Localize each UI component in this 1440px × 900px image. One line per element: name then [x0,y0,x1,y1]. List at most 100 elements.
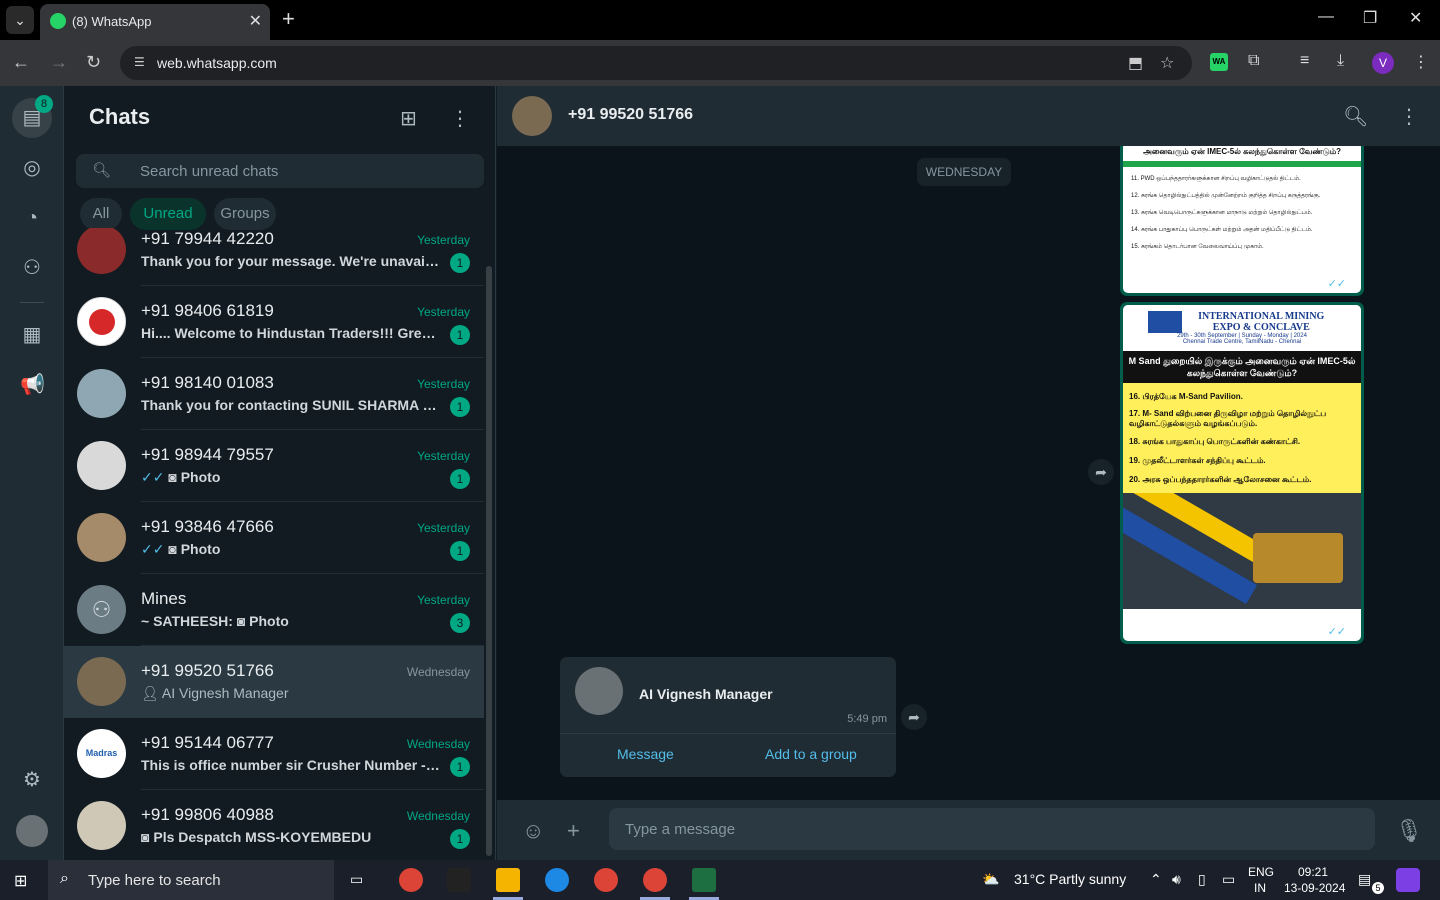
forward-icon[interactable]: → [50,52,68,73]
advertise-megaphone-icon[interactable]: 📢 [20,373,45,397]
taskbar-search[interactable]: ⌕ Type here to search [48,860,334,900]
chat-name: +91 98944 79557 [141,445,274,464]
chat-row[interactable]: Madras mines +91 95144 06777 Wednesday T… [64,718,484,790]
show-hidden-icons[interactable]: ⌃ [1150,871,1162,888]
minimize-icon[interactable]: — [1318,8,1334,26]
chat-list-scrollbar[interactable] [486,266,492,856]
communities-icon[interactable]: ⚇ [20,256,44,280]
contact-card-message[interactable]: AI Vignesh Manager 5:49 pm Message Add t… [560,657,896,777]
install-app-icon[interactable]: ⬒ [1128,53,1143,73]
tab-close-icon[interactable]: ✕ [249,11,262,31]
channels-icon[interactable]: ◔ [20,206,44,230]
chat-time: Yesterday [417,377,470,391]
chat-avatar: Madras mines [77,729,126,778]
clock-date[interactable]: 13-09-2024 [1284,881,1345,895]
extensions-puzzle-icon[interactable]: ⧉ [1248,52,1259,70]
file-explorer-icon[interactable] [496,868,520,892]
poster-heading: அனைவரும் ஏன் IMEC-5ல் கலந்துகொள்ள வேண்டு… [1123,146,1361,167]
copilot-icon[interactable] [1396,868,1420,892]
settings-gear-icon[interactable]: ⚙ [20,768,44,792]
chat-row[interactable]: +91 99806 40988 Wednesday ◙ Pls Despatch… [64,790,484,860]
forward-icon[interactable]: ➦ [1088,459,1114,485]
contact-name[interactable]: +91 99520 51766 [568,106,693,124]
volume-icon[interactable]: 🔊︎ [1172,871,1181,888]
message-input-box [609,808,1375,850]
chat-row[interactable]: ⚇ Mines Yesterday ~ SATHEESH: ◙ Photo 3 [64,574,484,646]
chat-last-message: ✓✓ ◙ Photo [141,469,441,486]
reload-icon[interactable]: ↻ [86,52,101,73]
clock-time[interactable]: 09:21 [1298,865,1328,879]
search-icon[interactable]: 🔍︎ [1343,104,1368,129]
chrome-profile-icon[interactable] [594,868,618,892]
add-to-group-button[interactable]: Add to a group [765,746,857,762]
attach-plus-icon[interactable]: + [567,818,580,844]
task-view-icon[interactable]: ▭ [350,871,363,888]
sidebar-menu-icon[interactable]: ⋮ [450,106,470,131]
message-contact-button[interactable]: Message [617,746,674,762]
contact-avatar[interactable] [512,96,552,136]
chat-sidebar: Chats ⊞ ⋮ 🔍︎ All Unread Groups +91 79944… [64,86,496,860]
language-code[interactable]: ENG [1248,865,1274,879]
chat-row[interactable]: +91 93846 47666 Yesterday ✓✓ ◙ Photo 1 [64,502,484,574]
site-info-icon[interactable]: ☰ [134,55,150,71]
new-chat-icon[interactable]: ⊞ [400,106,417,131]
chat-row[interactable]: +91 98406 61819 Yesterday Hi.... Welcome… [64,286,484,358]
status-icon[interactable]: ◎ [20,156,44,180]
image-message[interactable]: INTERNATIONAL MINING EXPO & CONCLAVE 29t… [1120,302,1364,644]
chat-row[interactable]: +91 79944 42220 Yesterday Thank you for … [64,228,484,286]
poster-item: 15. சுரங்கம் தொடர்பான வேலைவாய்ப்பு முகாம… [1131,244,1264,250]
chrome-active-icon[interactable] [643,868,667,892]
media-control-icon[interactable]: ≡ [1300,52,1309,70]
poster-image: அனைவரும் ஏன் IMEC-5ல் கலந்துகொள்ள வேண்டு… [1123,146,1361,293]
microphone-icon[interactable]: 🎙︎ [1395,818,1423,844]
chat-avatar [77,657,126,706]
message-input[interactable] [625,808,1345,850]
restore-icon[interactable]: ❐ [1363,8,1377,28]
download-icon[interactable]: ⤓ [1337,52,1344,70]
network-icon[interactable]: ▭ [1222,871,1235,888]
business-tools-icon[interactable]: ▦ [20,323,44,347]
forward-icon[interactable]: ➦ [901,704,927,730]
camera-icon: ◙ [168,469,177,485]
search-input[interactable] [140,154,470,188]
poster-item: 14. சுரங்க பாதுகாப்பு பொருட்கள் மற்றும் … [1131,227,1313,233]
chat-name: +91 93846 47666 [141,517,274,536]
notifications-icon[interactable]: ▤ [1358,871,1371,888]
poster-venue: Chennai Trade Centre, TamilNadu - Chenna… [1182,339,1302,345]
chat-row[interactable]: +91 98944 79557 Yesterday ✓✓ ◙ Photo 1 [64,430,484,502]
wa-extension-icon[interactable]: WA [1210,53,1228,71]
browser-menu-icon[interactable]: ⋮ [1413,52,1429,72]
tab-whatsapp[interactable]: (8) WhatsApp ✕ [40,4,270,40]
message-time: 5:37 pm ✓✓ [1284,278,1346,290]
image-message[interactable]: அனைவரும் ஏன் IMEC-5ல் கலந்துகொள்ள வேண்டு… [1120,146,1364,296]
emoji-icon[interactable]: ☺ [522,818,544,844]
windows-start-icon[interactable]: ⊞ [14,871,32,890]
chrome-icon[interactable] [399,868,423,892]
battery-icon[interactable]: ▯ [1198,871,1206,888]
new-tab-button[interactable]: + [282,8,295,30]
chat-menu-icon[interactable]: ⋮ [1399,104,1419,129]
filter-groups[interactable]: Groups [214,198,276,230]
tab-search-button[interactable]: ⌄ [6,6,34,34]
chat-row-selected[interactable]: +91 99520 51766 Wednesday 👤︎ AI Vignesh … [64,646,484,718]
chat-row[interactable]: +91 98140 01083 Yesterday Thank you for … [64,358,484,430]
address-bar[interactable]: ☰ web.whatsapp.com ⬒ ☆ [120,46,1192,80]
profile-avatar[interactable]: V [1372,52,1394,74]
epic-games-icon[interactable] [447,868,471,892]
chat-last-message: ✓✓ ◙ Photo [141,541,441,558]
excel-icon[interactable] [692,868,716,892]
camera-icon: ◙ [236,613,246,629]
weather-icon[interactable]: ⛅ [982,871,999,888]
edge-icon[interactable] [545,868,569,892]
my-profile-avatar[interactable] [16,815,48,847]
bookmark-star-icon[interactable]: ☆ [1160,53,1174,73]
region-code[interactable]: IN [1254,881,1266,895]
conversation-header[interactable]: +91 99520 51766 🔍︎ ⋮ [497,86,1440,146]
window-close-icon[interactable]: ✕ [1409,8,1422,28]
weather-text[interactable]: 31°C Partly sunny [1014,871,1126,887]
chat-time: Yesterday [417,449,470,463]
filter-unread[interactable]: Unread [130,198,206,230]
filter-all[interactable]: All [80,198,122,230]
poster-item: 16. பிரத்யேக M-Sand Pavilion. [1129,392,1243,401]
back-icon[interactable]: ← [12,52,30,73]
